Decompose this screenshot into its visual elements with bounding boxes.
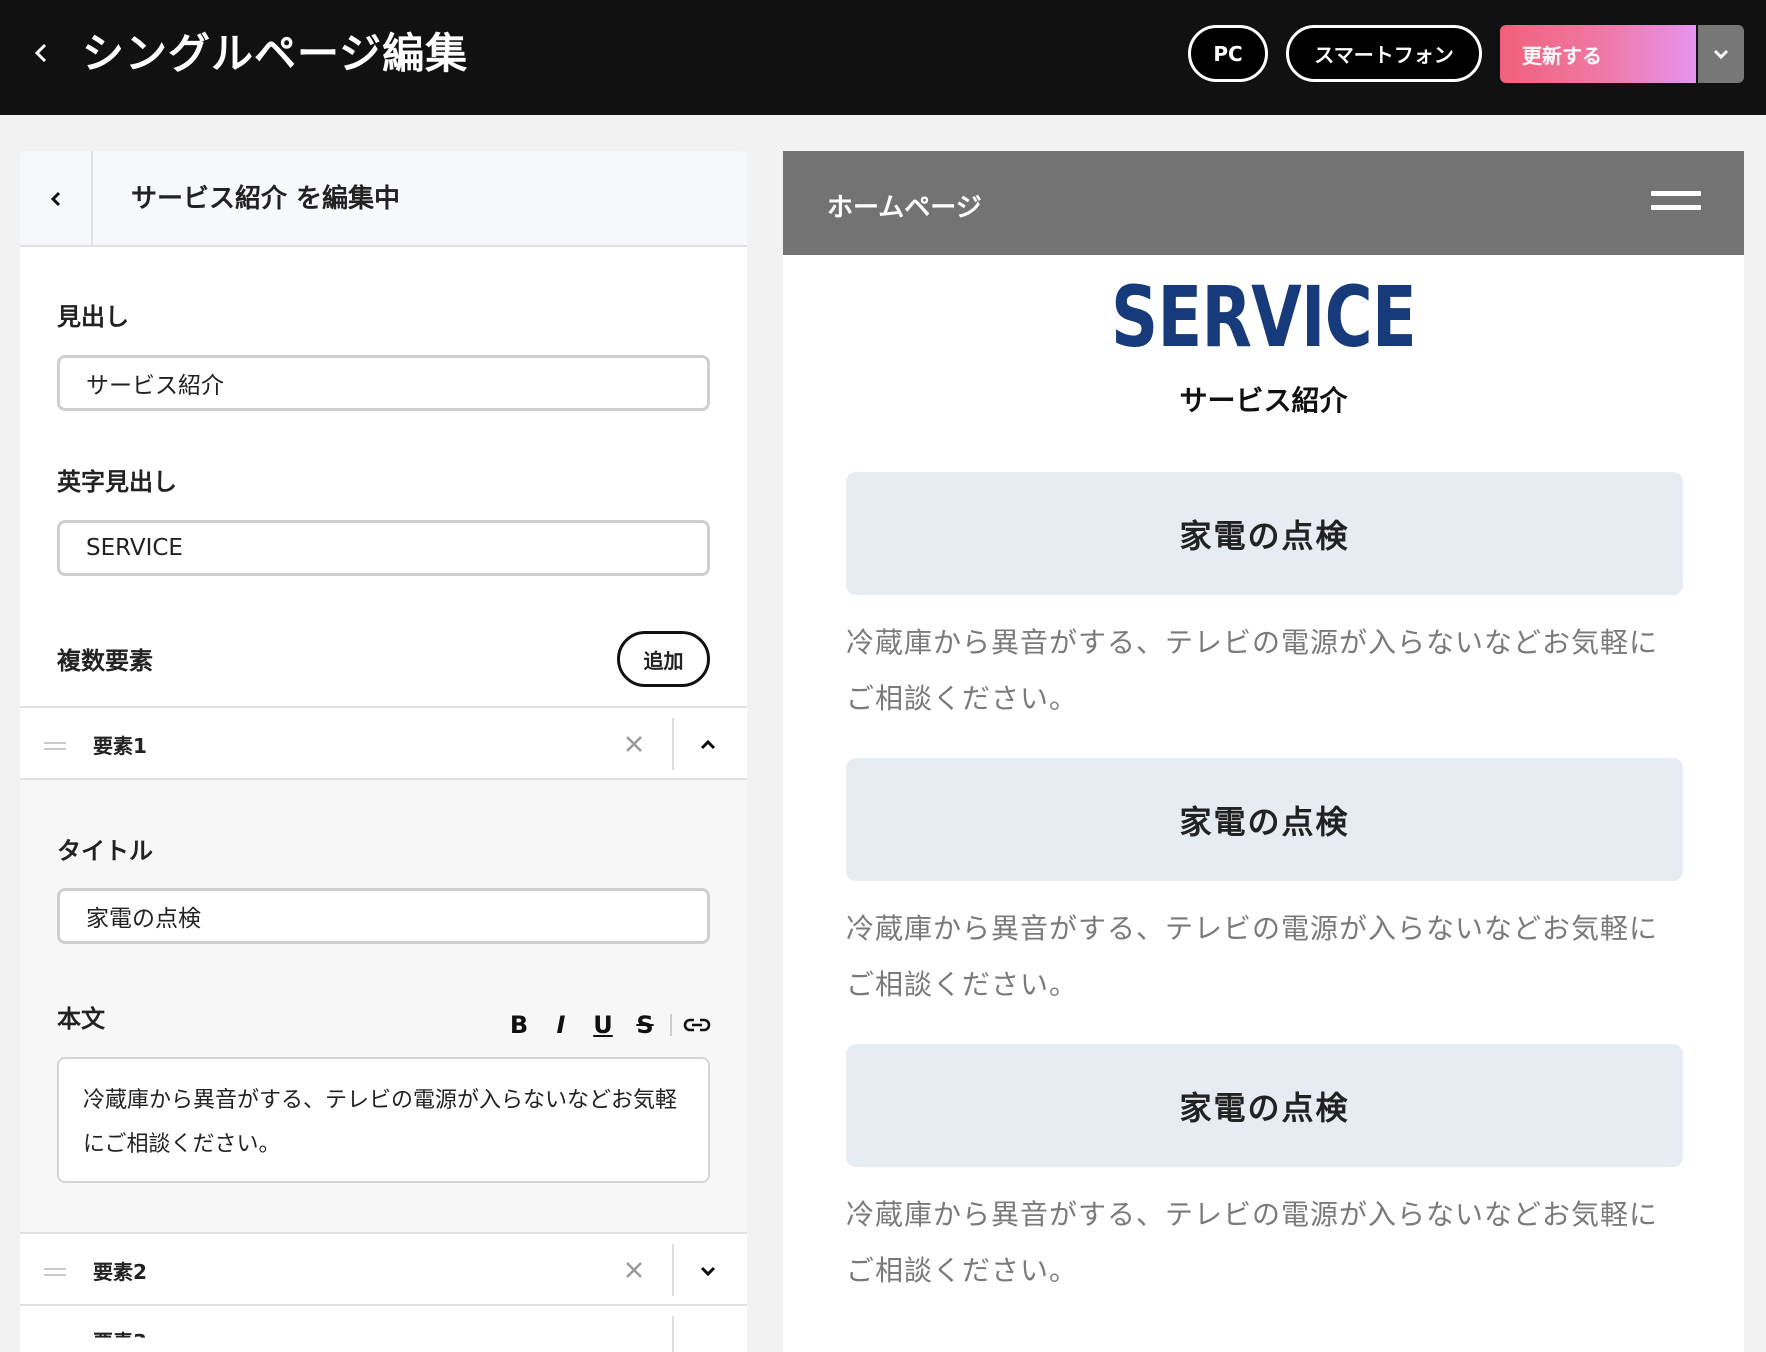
heading-label: 見出し [57,303,129,331]
row-divider [672,718,674,770]
service-card-text: 冷蔵庫から異音がする、テレビの電源が入らないなどお気軽にご相談ください。 [846,912,1659,1001]
title-input[interactable]: 家電の点検 [57,888,710,944]
chevron-left-icon [50,191,60,207]
strikethrough-button[interactable]: S [624,1007,666,1043]
service-card-title: 家電の点検 [846,1044,1683,1167]
editor-header: サービス紹介 を編集中 [20,151,747,247]
drag-handle-icon[interactable] [44,742,66,750]
service-card-text: 冷蔵庫から異音がする、テレビの電源が入らないなどお気軽にご相談ください。 [846,1198,1659,1287]
link-button[interactable] [676,1007,718,1043]
pc-view-button[interactable]: PC [1188,25,1268,82]
service-card-title: 家電の点検 [846,472,1683,595]
preview-panel: ホームページ SERVICE サービス紹介 家電の点検 冷蔵庫から異音がする、テ… [783,151,1744,1352]
multi-elements-label: 複数要素 [57,647,153,675]
body-label: 本文 [57,1005,105,1033]
remove-element-button[interactable] [620,730,648,758]
element-row-3[interactable]: 要素3 [20,1304,747,1352]
italic-button[interactable]: I [540,1007,582,1043]
update-options-button[interactable] [1698,25,1744,83]
close-icon [626,1262,642,1278]
close-icon [626,736,642,752]
en-heading-input[interactable]: SERVICE [57,520,710,576]
smartphone-view-button[interactable]: スマートフォン [1286,25,1482,82]
element-row-2[interactable]: 要素2 [20,1232,747,1306]
heading-input[interactable]: サービス紹介 [57,355,710,411]
element-label: 要素3 [93,1330,147,1352]
body-textarea[interactable]: 冷蔵庫から異音がする、テレビの電源が入らないなどお気軽にご相談ください。 [57,1057,710,1183]
chevron-down-icon [700,1266,716,1277]
section-heading-en: SERVICE [1111,268,1417,366]
update-button[interactable]: 更新する [1500,25,1696,83]
hamburger-menu-icon[interactable] [1651,191,1701,213]
bold-button[interactable]: B [498,1007,540,1043]
element-label: 要素1 [93,734,147,758]
link-icon [683,1018,711,1032]
back-button[interactable] [26,38,56,68]
row-divider [672,1244,674,1296]
en-heading-label: 英字見出し [57,468,177,496]
chevron-down-icon [1713,49,1729,60]
title-label: タイトル [57,837,153,865]
top-bar: シングルページ編集 PC スマートフォン 更新する [0,0,1766,115]
service-card-text: 冷蔵庫から異音がする、テレビの電源が入らないなどお気軽にご相談ください。 [846,626,1659,715]
editor-panel: サービス紹介 を編集中 見出し サービス紹介 英字見出し SERVICE 複数要… [20,151,747,1352]
element-row-1[interactable]: 要素1 [20,706,747,780]
service-card-title: 家電の点検 [846,758,1683,881]
element-label: 要素2 [93,1260,147,1284]
row-divider [672,1316,674,1352]
rich-text-toolbar: B I U S [498,1007,728,1043]
remove-element-button[interactable] [620,1256,648,1284]
chevron-left-icon [34,43,47,63]
editor-back-button[interactable] [20,151,93,247]
section-heading-jp: サービス紹介 [1179,384,1348,417]
drag-handle-icon[interactable] [44,1268,66,1276]
add-element-button[interactable]: 追加 [617,631,710,687]
underline-button[interactable]: U [582,1007,624,1043]
site-title[interactable]: ホームページ [827,187,982,224]
chevron-up-icon [700,739,716,750]
toolbar-divider [670,1014,672,1036]
expand-element-button[interactable] [693,1256,723,1286]
page-title: シングルページ編集 [82,29,469,78]
preview-site-header: ホームページ [783,151,1744,255]
editor-title: サービス紹介 を編集中 [131,184,401,214]
collapse-element-button[interactable] [693,730,723,760]
